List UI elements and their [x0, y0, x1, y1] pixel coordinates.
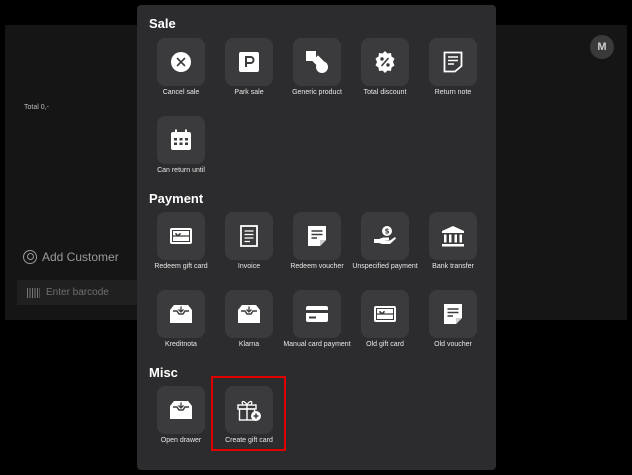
actions-modal: Sale Cancel sale Park sale Generic produ… — [137, 5, 496, 470]
tile-label: Return note — [434, 89, 472, 96]
bank-transfer-button[interactable]: Bank transfer — [419, 212, 487, 271]
return-note-button[interactable]: Return note — [419, 38, 487, 97]
total-discount-button[interactable]: Total discount — [351, 38, 419, 97]
credit-card-icon — [306, 306, 328, 322]
calendar-icon — [171, 129, 191, 150]
manual-card-payment-button[interactable]: Manual card payment — [283, 290, 351, 349]
note-icon — [443, 51, 463, 73]
invoice-icon — [240, 225, 258, 247]
highlight-box — [211, 376, 286, 451]
tray-icon — [170, 305, 192, 323]
section-title-misc: Misc — [149, 365, 178, 380]
tile-label: Unspecified payment — [352, 263, 418, 270]
invoice-button[interactable]: Invoice — [215, 212, 283, 271]
svg-text:$: $ — [385, 228, 390, 236]
can-return-until-button[interactable]: Can return until — [147, 116, 215, 175]
tile-label: Old voucher — [434, 341, 472, 348]
tile-label: Open drawer — [160, 437, 202, 444]
total-label: Total 0,- — [24, 104, 49, 111]
shapes-icon — [306, 51, 328, 73]
barcode-field[interactable] — [17, 280, 142, 305]
voucher-icon — [308, 226, 326, 246]
barcode-icon — [27, 287, 40, 298]
percent-badge-icon — [375, 51, 395, 73]
tile-label: Generic product — [292, 89, 342, 96]
gift-card-icon — [170, 228, 192, 244]
add-customer-label: Add Customer — [42, 250, 119, 264]
cancel-icon — [171, 52, 191, 72]
section-title-sale: Sale — [149, 16, 176, 31]
tray-icon — [238, 305, 260, 323]
open-drawer-button[interactable]: Open drawer — [147, 386, 215, 445]
tile-label: Park sale — [234, 89, 264, 96]
barcode-input[interactable] — [46, 287, 136, 298]
tile-label: Redeem gift card — [154, 263, 208, 270]
tile-label: Manual card payment — [283, 341, 351, 348]
cancel-sale-button[interactable]: Cancel sale — [147, 38, 215, 97]
tile-label: Invoice — [237, 263, 261, 270]
kreditnota-button[interactable]: Kreditnota — [147, 290, 215, 349]
voucher-icon — [444, 304, 462, 324]
user-icon — [23, 250, 37, 264]
bank-icon — [442, 226, 464, 247]
drawer-icon — [170, 401, 192, 419]
section-title-payment: Payment — [149, 191, 204, 206]
parking-icon — [239, 52, 259, 72]
generic-product-button[interactable]: Generic product — [283, 38, 351, 97]
tile-label: Kreditnota — [165, 341, 197, 348]
park-sale-button[interactable]: Park sale — [215, 38, 283, 97]
tile-label: Cancel sale — [162, 89, 200, 96]
tile-label: Can return until — [157, 167, 205, 174]
redeem-gift-card-button[interactable]: Redeem gift card — [147, 212, 215, 271]
tile-label: Klarna — [238, 341, 260, 348]
tile-label: Bank transfer — [432, 263, 474, 270]
klarna-button[interactable]: Klarna — [215, 290, 283, 349]
tile-label: Redeem voucher — [290, 263, 344, 270]
unspecified-payment-button[interactable]: $ Unspecified payment — [351, 212, 419, 271]
tile-label: Old gift card — [366, 341, 404, 348]
old-gift-card-button[interactable]: Old gift card — [351, 290, 419, 349]
hand-coin-icon: $ — [374, 226, 396, 244]
tile-label: Total discount — [363, 89, 407, 96]
gift-card-icon — [374, 306, 396, 322]
redeem-voucher-button[interactable]: Redeem voucher — [283, 212, 351, 271]
avatar[interactable]: M — [590, 35, 614, 59]
add-customer-button[interactable]: Add Customer — [23, 250, 119, 264]
old-voucher-button[interactable]: Old voucher — [419, 290, 487, 349]
